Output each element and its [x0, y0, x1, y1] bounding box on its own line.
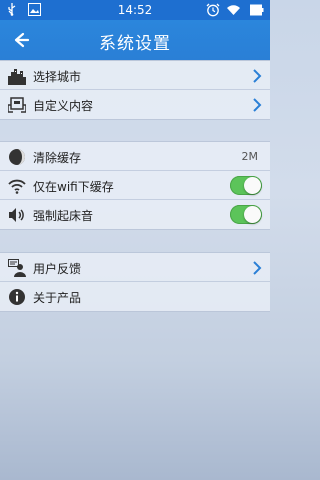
city-icon — [8, 67, 26, 85]
feedback-icon — [8, 259, 26, 277]
clear-cache-icon — [8, 148, 26, 166]
user-feedback-row[interactable]: 用户反馈 — [0, 253, 270, 282]
toggle-knob — [244, 206, 261, 223]
clear-cache-label: 清除缓存 — [33, 151, 82, 165]
select-city-label: 选择城市 — [33, 70, 82, 84]
custom-content-row[interactable]: 自定义内容 — [0, 90, 270, 119]
custom-content-icon — [7, 96, 27, 114]
info-icon — [8, 288, 26, 306]
custom-content-label: 自定义内容 — [33, 99, 94, 113]
chevron-right-icon — [252, 97, 262, 113]
force-alarm-sound-toggle[interactable] — [230, 205, 262, 224]
wifi-status-icon — [226, 3, 241, 19]
page-title: 系统设置 — [99, 34, 171, 54]
clear-cache-row[interactable]: 清除缓存 2M — [0, 142, 270, 171]
force-alarm-sound-row: 强制起床音 — [0, 200, 270, 229]
status-bar: 14:52 — [0, 0, 270, 20]
about-product-row[interactable]: 关于产品 — [0, 282, 270, 311]
battery-icon — [250, 4, 264, 19]
select-city-row[interactable]: 选择城市 — [0, 61, 270, 90]
alarm-icon — [206, 3, 220, 20]
force-alarm-sound-label: 强制起床音 — [33, 209, 94, 223]
settings-group-cache: 清除缓存 2M 仅在wifi下缓存 强制起床音 — [0, 141, 270, 230]
wifi-only-cache-toggle[interactable] — [230, 176, 262, 195]
speaker-icon — [8, 206, 26, 224]
chevron-right-icon — [252, 260, 262, 276]
chevron-right-icon — [252, 68, 262, 84]
toggle-knob — [244, 177, 261, 194]
wifi-only-cache-row: 仅在wifi下缓存 — [0, 171, 270, 200]
wifi-icon — [8, 177, 26, 195]
settings-group-location: 选择城市 自定义内容 — [0, 60, 270, 120]
cache-size-value: 2M — [241, 150, 259, 163]
title-bar: 系统设置 — [0, 20, 270, 60]
about-product-label: 关于产品 — [33, 291, 82, 305]
user-feedback-label: 用户反馈 — [33, 262, 82, 276]
wifi-only-cache-label: 仅在wifi下缓存 — [33, 180, 114, 194]
settings-group-about: 用户反馈 关于产品 — [0, 252, 270, 312]
